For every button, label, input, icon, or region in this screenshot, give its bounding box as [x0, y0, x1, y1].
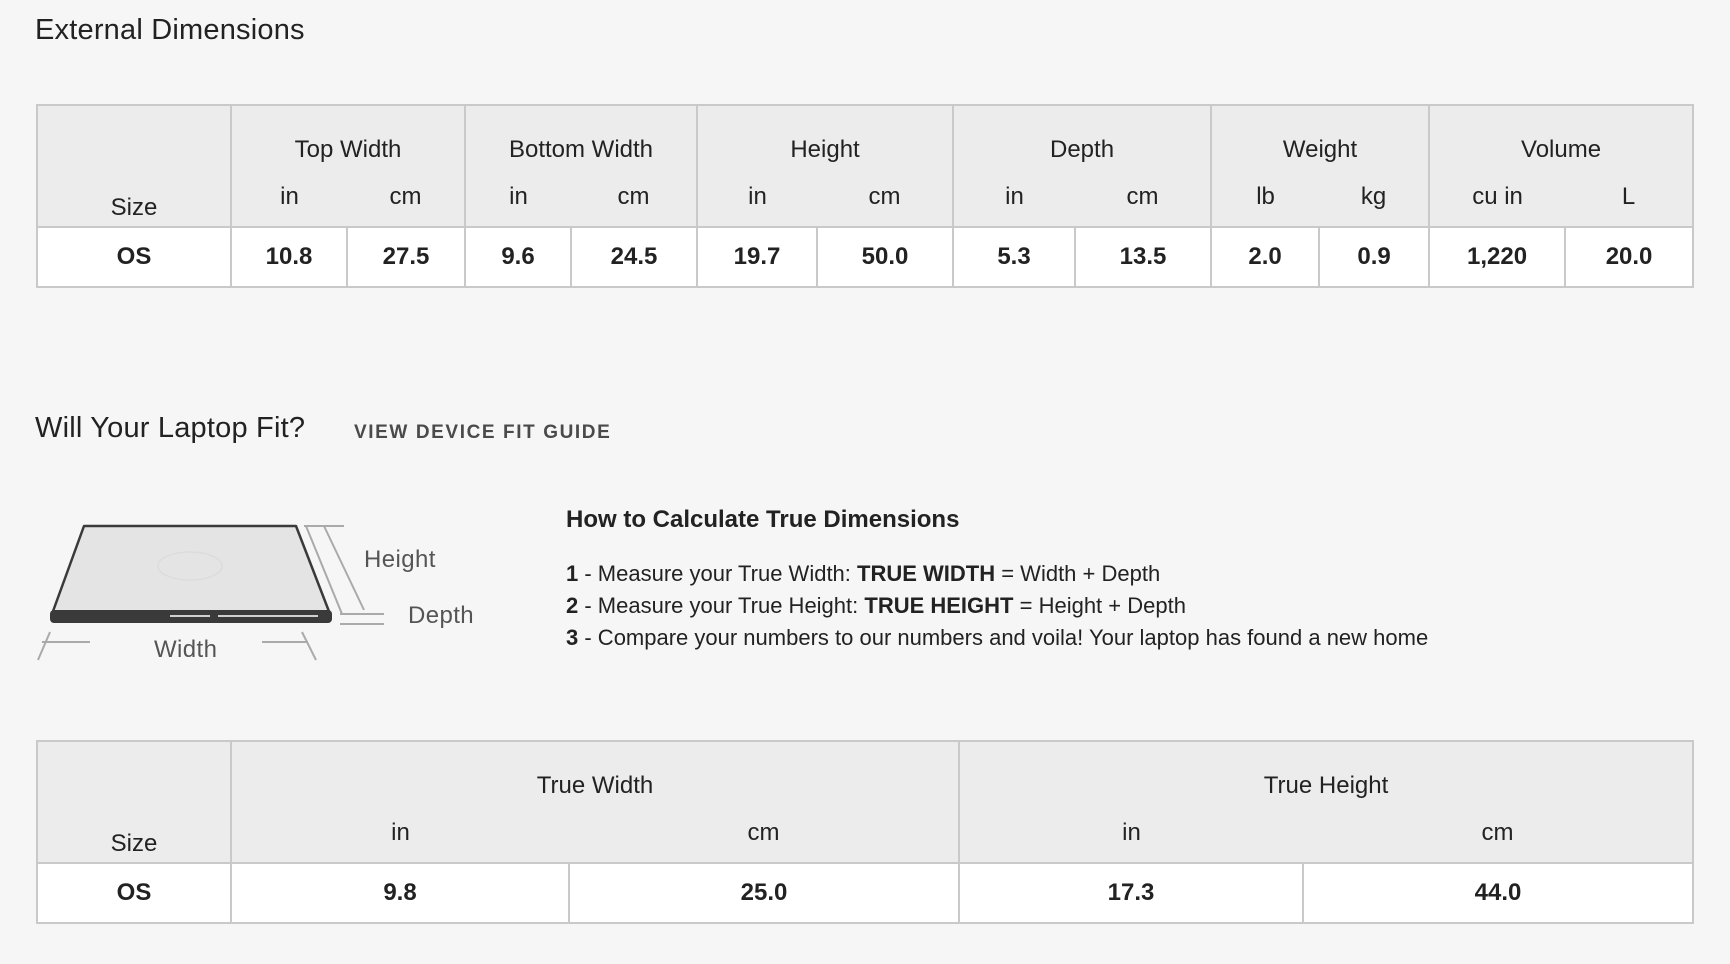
product-dimensions-page: External Dimensions Size Top Width Botto…	[0, 0, 1730, 964]
step-number: 1	[566, 561, 579, 586]
unit-header: cu in	[1428, 168, 1566, 228]
unit-header: cm	[571, 168, 699, 228]
value-cell: 25.0	[567, 862, 961, 924]
step-number: 3	[566, 625, 579, 650]
laptop-icon	[37, 524, 384, 661]
unit-header: cm	[347, 168, 466, 228]
group-header-bottom-width: Bottom Width	[463, 104, 699, 168]
value-cell: 1,220	[1428, 226, 1567, 288]
calculation-instructions: How to Calculate True Dimensions 1 - Mea…	[566, 506, 1686, 654]
value-cell: 9.8	[230, 862, 570, 924]
value-cell: 20.0	[1564, 226, 1695, 288]
group-header-row: Size True Width True Height	[36, 740, 1695, 864]
unit-header: L	[1565, 168, 1695, 228]
value-cell: 19.7	[696, 226, 819, 288]
diagram-width-label: Width	[154, 636, 218, 663]
size-header: Size	[36, 104, 232, 228]
calculation-step: 2 - Measure your True Height: TRUE HEIGH…	[566, 590, 1686, 622]
size-header: Size	[36, 740, 232, 864]
unit-header: cm	[817, 168, 955, 228]
unit-header: kg	[1319, 168, 1431, 228]
value-cell: 5.3	[952, 226, 1077, 288]
calculation-title: How to Calculate True Dimensions	[566, 506, 960, 533]
unit-header-row: in cm in cm in cm in cm lb kg cu in L	[37, 168, 1695, 228]
value-cell: 10.8	[230, 226, 348, 288]
step-emphasis: TRUE HEIGHT	[864, 593, 1014, 618]
group-header-volume: Volume	[1428, 104, 1695, 168]
size-cell: OS	[36, 226, 232, 288]
group-header-weight: Weight	[1210, 104, 1431, 168]
diagram-height-label: Height	[364, 546, 436, 573]
unit-header: in	[230, 168, 347, 228]
unit-header: cm	[1303, 804, 1695, 864]
unit-header: cm	[1075, 168, 1213, 228]
step-text: - Measure your True Height:	[578, 593, 865, 618]
step-formula: = Height + Depth	[1013, 593, 1186, 618]
step-formula: = Width + Depth	[995, 561, 1161, 586]
laptop-dimension-diagram: Height Depth Width	[34, 510, 494, 680]
value-cell: 44.0	[1302, 862, 1695, 924]
value-cell: 0.9	[1318, 226, 1431, 288]
value-cell: 13.5	[1074, 226, 1213, 288]
group-header-height: Height	[696, 104, 955, 168]
unit-header: lb	[1210, 168, 1320, 228]
unit-header: in	[464, 168, 571, 228]
group-header-true-width: True Width	[229, 740, 961, 804]
unit-header: in	[958, 804, 1304, 864]
unit-header: in	[952, 168, 1076, 228]
step-emphasis: TRUE WIDTH	[857, 561, 996, 586]
value-cell: 27.5	[346, 226, 466, 288]
step-number: 2	[566, 593, 579, 618]
table-row: OS 9.8 25.0 17.3 44.0	[36, 862, 1695, 924]
group-header-true-height: True Height	[958, 740, 1695, 804]
size-cell: OS	[36, 862, 232, 924]
table-row: OS 10.8 27.5 9.6 24.5 19.7 50.0 5.3 13.5…	[36, 226, 1695, 288]
value-cell: 17.3	[958, 862, 1305, 924]
unit-header: in	[230, 804, 569, 864]
unit-header: in	[696, 168, 818, 228]
value-cell: 50.0	[816, 226, 955, 288]
group-header-depth: Depth	[952, 104, 1213, 168]
external-dimensions-title: External Dimensions	[35, 14, 305, 46]
laptop-fit-title: Will Your Laptop Fit?	[35, 412, 306, 444]
group-header-row: Size Top Width Bottom Width Height Depth…	[36, 104, 1695, 228]
diagram-depth-label: Depth	[408, 602, 475, 629]
value-cell: 9.6	[464, 226, 572, 288]
external-dimensions-table: Size Top Width Bottom Width Height Depth…	[36, 104, 1695, 288]
calculation-step: 1 - Measure your True Width: TRUE WIDTH …	[566, 558, 1686, 590]
device-fit-guide-link[interactable]: VIEW DEVICE FIT GUIDE	[354, 422, 611, 444]
calculation-step: 3 - Compare your numbers to our numbers …	[566, 622, 1686, 654]
value-cell: 24.5	[569, 226, 699, 288]
unit-header: cm	[569, 804, 961, 864]
group-header-top-width: Top Width	[230, 104, 466, 168]
value-cell: 2.0	[1210, 226, 1321, 288]
unit-header-row: in cm in cm	[37, 804, 1695, 864]
true-dimensions-table: Size True Width True Height in cm in cm …	[36, 740, 1695, 924]
step-text: - Measure your True Width:	[578, 561, 858, 586]
step-text: - Compare your numbers to our numbers an…	[578, 625, 1429, 650]
